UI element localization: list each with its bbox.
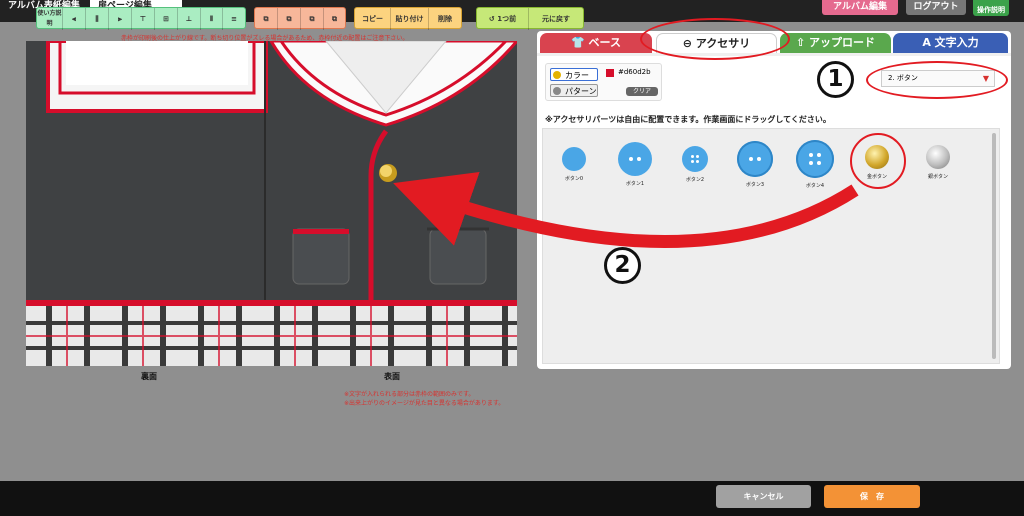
undo-button[interactable]: ↺ 1つ前 [477,8,529,30]
align-center-icon[interactable]: ⫼ [86,8,109,30]
edit-tools: コピー 貼り付け 削除 [354,7,462,30]
send-back-icon[interactable]: ⧉ [324,8,345,30]
layer-tools: ⧉ ⧉ ⧉ ⧉ [254,7,346,30]
align-top-icon[interactable]: ⊤ [132,8,155,30]
save-button[interactable]: 保 存 [824,485,920,508]
step-1-badge: 1 [817,61,854,98]
copy-button[interactable]: コピー [355,8,391,30]
delete-button[interactable]: 削除 [429,8,461,30]
history-tools: ↺ 1つ前 元に戻す [476,7,584,30]
cancel-button[interactable]: キャンセル [716,485,811,508]
align-left-icon[interactable]: ⫷ [63,8,86,30]
distribute-v-icon[interactable]: ≡ [223,8,245,30]
help-usage-button[interactable]: 使い方説明 [37,8,63,30]
undo-label: 1つ前 [497,15,517,23]
reset-button[interactable]: 元に戻す [529,8,583,30]
undo-icon: ↺ [488,15,498,23]
drag-arrow [393,171,859,248]
step-2-badge: 2 [604,247,641,284]
bring-forward-icon[interactable]: ⧉ [278,8,301,30]
align-bottom-icon[interactable]: ⊥ [178,8,201,30]
send-backward-icon[interactable]: ⧉ [301,8,324,30]
paste-button[interactable]: 貼り付け [391,8,429,30]
align-right-icon[interactable]: ⫸ [109,8,132,30]
align-middle-icon[interactable]: ⊞ [155,8,178,30]
align-tools: 使い方説明 ⫷ ⫼ ⫸ ⊤ ⊞ ⊥ ⫴ ≡ [36,7,246,30]
bring-front-icon[interactable]: ⧉ [255,8,278,30]
distribute-h-icon[interactable]: ⫴ [201,8,223,30]
